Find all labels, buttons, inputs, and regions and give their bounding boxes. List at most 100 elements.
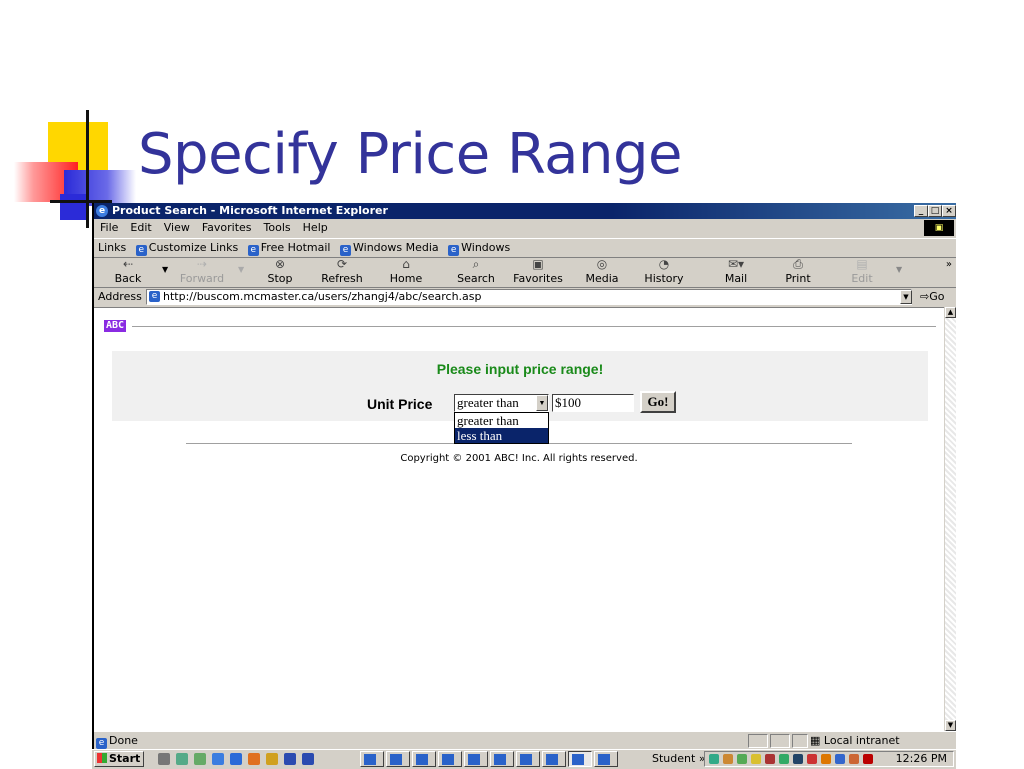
forward-dropdown-icon[interactable]: ▼ — [238, 265, 244, 274]
standard-toolbar: ⇠ Back ▼ ⇢ Forward ▼ ⊗ Stop ⟳ Refresh ⌂ Home … — [94, 257, 956, 288]
taskbar-window-button[interactable] — [464, 751, 488, 767]
menu-favorites[interactable]: Favorites — [202, 221, 252, 234]
taskbar-window-button[interactable] — [360, 751, 384, 767]
quicklaunch-desktop-icon[interactable] — [158, 753, 170, 765]
taskbar-window-button[interactable] — [594, 751, 618, 767]
tray-icon[interactable] — [835, 754, 845, 764]
taskbar-window-button[interactable] — [516, 751, 540, 767]
price-operator-select[interactable]: greater than ▼ — [454, 394, 549, 412]
ie-page-icon: e — [340, 245, 351, 256]
address-url: http://buscom.mcmaster.ca/users/zhangj4/… — [163, 290, 482, 303]
window-title: Product Search - Microsoft Internet Expl… — [112, 204, 388, 217]
link-free-hotmail[interactable]: e Free Hotmail — [247, 241, 331, 256]
mail-button[interactable]: ✉▾ Mail — [706, 257, 766, 287]
quicklaunch-word-icon[interactable] — [284, 753, 296, 765]
refresh-button[interactable]: ⟳ Refresh — [312, 257, 372, 287]
copyright-text: Copyright © 2001 ABC! Inc. All rights re… — [400, 453, 638, 464]
window-icon — [494, 754, 506, 765]
option-greater-than[interactable]: greater than — [455, 413, 548, 428]
intranet-icon: ▦ — [810, 734, 821, 747]
go-button[interactable]: Go! — [640, 391, 676, 413]
tray-icon[interactable] — [807, 754, 817, 764]
links-bar: Links e Customize Links e Free Hotmail e Wi… — [94, 238, 956, 258]
status-cell — [748, 734, 768, 748]
address-input[interactable]: e http://buscom.mcmaster.ca/users/zhangj… — [146, 289, 912, 305]
history-button[interactable]: ◔ History — [634, 257, 694, 287]
window-icon — [416, 754, 428, 765]
price-value-input[interactable]: $100 — [552, 394, 634, 412]
taskbar-window-button[interactable] — [438, 751, 462, 767]
tray-icon[interactable] — [821, 754, 831, 764]
start-label: Start — [109, 752, 141, 765]
maximize-button[interactable]: □ — [928, 205, 942, 217]
toolbar-more-chevron[interactable]: » — [946, 259, 952, 270]
edit-button[interactable]: ▤ Edit — [832, 257, 892, 287]
quicklaunch-ie-icon[interactable] — [212, 753, 224, 765]
link-label: Free Hotmail — [260, 241, 331, 254]
taskbar-clock[interactable]: 12:26 PM — [896, 752, 947, 766]
back-button[interactable]: ⇠ Back — [98, 257, 158, 287]
address-dropdown-icon[interactable]: ▼ — [900, 290, 912, 304]
favorites-label: Favorites — [513, 272, 563, 285]
menu-view[interactable]: View — [164, 221, 190, 234]
quicklaunch-icon[interactable] — [230, 753, 242, 765]
tray-icon[interactable] — [723, 754, 733, 764]
close-button[interactable]: × — [942, 205, 956, 217]
window-icon — [364, 754, 376, 765]
menu-edit[interactable]: Edit — [130, 221, 151, 234]
scroll-down-icon[interactable]: ▼ — [945, 720, 956, 731]
tray-icon[interactable] — [751, 754, 761, 764]
scroll-up-icon[interactable]: ▲ — [945, 307, 956, 318]
tray-icon[interactable] — [765, 754, 775, 764]
abc-logo: ABC — [104, 320, 127, 332]
search-button[interactable]: ⌕ Search — [446, 257, 506, 287]
price-operator-dropdown: greater than less than — [454, 412, 549, 444]
security-zone: ▦ Local intranet — [810, 732, 900, 750]
favorites-button[interactable]: ▣ Favorites — [508, 257, 568, 287]
taskbar-window-button[interactable] — [412, 751, 436, 767]
zonealarm-icon[interactable] — [863, 754, 873, 764]
tray-icon[interactable] — [737, 754, 747, 764]
window-icon — [468, 754, 480, 765]
student-toolbar[interactable]: Student » — [652, 750, 706, 768]
minimize-button[interactable]: _ — [914, 205, 928, 217]
quicklaunch-icon[interactable] — [248, 753, 260, 765]
back-label: Back — [114, 272, 142, 285]
status-done: e Done — [96, 732, 138, 750]
menu-tools[interactable]: Tools — [264, 221, 291, 234]
start-button[interactable]: Start — [94, 751, 144, 767]
stop-icon: ⊗ — [274, 257, 286, 271]
address-go-button[interactable]: ⇨Go — [920, 287, 944, 307]
forward-button[interactable]: ⇢ Forward — [172, 257, 232, 287]
window-titlebar[interactable]: e Product Search - Microsoft Internet Ex… — [94, 203, 956, 219]
menu-help[interactable]: Help — [303, 221, 328, 234]
menu-file[interactable]: File — [100, 221, 118, 234]
quicklaunch-icon[interactable] — [266, 753, 278, 765]
tray-icon[interactable] — [793, 754, 803, 764]
taskbar-window-button[interactable] — [386, 751, 410, 767]
home-button[interactable]: ⌂ Home — [376, 257, 436, 287]
refresh-icon: ⟳ — [336, 257, 348, 271]
quicklaunch-icon[interactable] — [176, 753, 188, 765]
stop-label: Stop — [267, 272, 293, 285]
back-dropdown-icon[interactable]: ▼ — [162, 265, 168, 274]
link-customize-links[interactable]: e Customize Links — [135, 241, 238, 256]
stop-button[interactable]: ⊗ Stop — [250, 257, 310, 287]
edit-dropdown-icon[interactable]: ▼ — [896, 265, 902, 274]
link-windows[interactable]: e Windows — [448, 241, 510, 256]
tray-icon[interactable] — [709, 754, 719, 764]
print-button[interactable]: ⎙ Print — [768, 257, 828, 287]
tray-icon[interactable] — [779, 754, 789, 764]
tray-icon[interactable] — [849, 754, 859, 764]
taskbar-window-button[interactable] — [542, 751, 566, 767]
quicklaunch-icon[interactable] — [302, 753, 314, 765]
link-windows-media[interactable]: e Windows Media — [340, 241, 439, 256]
taskbar-window-button[interactable] — [490, 751, 514, 767]
select-dropdown-icon[interactable]: ▼ — [536, 395, 548, 411]
quicklaunch-icon[interactable] — [194, 753, 206, 765]
option-less-than[interactable]: less than — [455, 428, 548, 443]
taskbar-window-button-active[interactable] — [568, 751, 592, 767]
vertical-scrollbar[interactable]: ▲ ▼ — [944, 307, 956, 731]
ie-icon: e — [96, 205, 108, 217]
media-button[interactable]: ◎ Media — [572, 257, 632, 287]
